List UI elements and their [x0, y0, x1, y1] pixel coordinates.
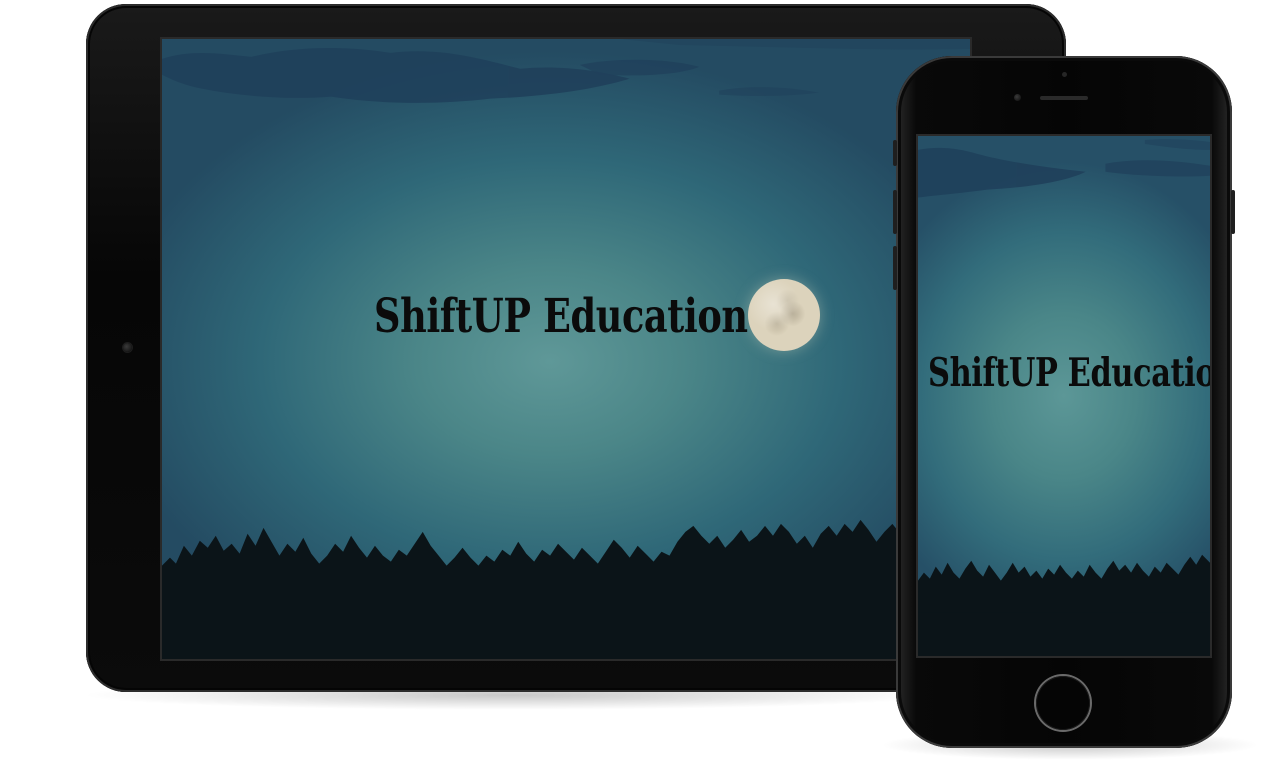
home-button-icon[interactable] — [1036, 676, 1090, 730]
volume-up-button — [893, 190, 897, 234]
treeline — [918, 554, 1210, 656]
power-button — [1231, 190, 1235, 234]
phone-screen: ShiftUP Education — [916, 134, 1212, 658]
camera-icon — [1014, 94, 1021, 101]
device-mockup: ShiftUP Education ShiftUP Education — [0, 0, 1277, 771]
moon-icon — [748, 279, 820, 351]
mute-switch — [893, 140, 897, 166]
camera-icon — [123, 343, 132, 352]
phone-device: ShiftUP Education — [893, 56, 1235, 748]
volume-down-button — [893, 246, 897, 290]
clouds-and-treeline — [162, 39, 970, 659]
clouds — [918, 139, 1210, 198]
clouds-and-treeline — [918, 139, 1210, 656]
treeline — [162, 519, 970, 659]
sensor-icon — [1062, 72, 1067, 77]
clouds — [162, 39, 970, 103]
tablet-screen: ShiftUP Education — [160, 37, 972, 661]
speaker-grille — [1040, 96, 1088, 100]
phone-screen-title: ShiftUP Education — [928, 350, 1212, 396]
tablet-screen-title: ShiftUP Education — [374, 289, 748, 344]
